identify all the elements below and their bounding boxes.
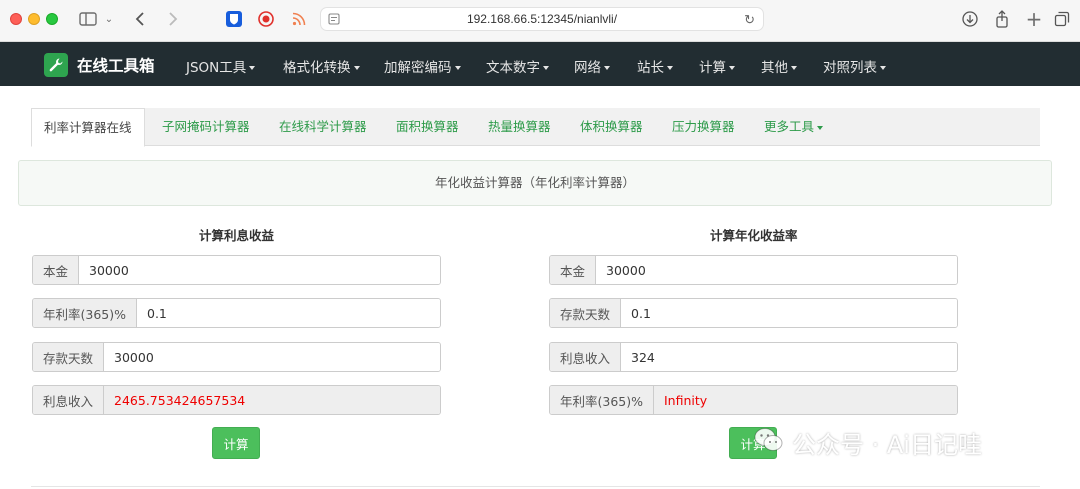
nav-encrypt-encode[interactable]: 加解密编码	[384, 56, 461, 76]
interest-income-result: 利息收入	[32, 385, 441, 415]
minimize-window-button[interactable]	[28, 13, 40, 25]
left-section-title: 计算利息收益	[199, 228, 275, 243]
forward-icon[interactable]	[163, 8, 183, 30]
url-text: 192.168.66.5:12345/nianlvli/	[466, 12, 618, 26]
interest-income-field-2: 利息收入	[549, 342, 958, 372]
right-section-title: 计算年化收益率	[710, 228, 798, 243]
reload-icon[interactable]: ↻	[744, 12, 755, 28]
record-extension-icon[interactable]	[256, 8, 276, 30]
tab-volume-converter[interactable]: 体积换算器	[580, 108, 643, 146]
tab-subnet-calculator[interactable]: 子网掩码计算器	[162, 108, 250, 146]
chevron-down-icon[interactable]: ⌄	[103, 8, 115, 30]
principal-field: 本金	[32, 255, 441, 285]
brand[interactable]: 在线工具箱	[44, 53, 155, 77]
share-icon[interactable]	[992, 8, 1012, 30]
deposit-days-label: 存款天数	[33, 343, 105, 371]
principal-field-2: 本金	[549, 255, 958, 285]
watermark: 公众号 · Ai日记哇	[754, 425, 982, 460]
annual-rate-output[interactable]	[654, 386, 957, 414]
annual-rate-label: 年利率(365)%	[33, 299, 137, 327]
deposit-days-field: 存款天数	[32, 342, 441, 372]
annual-rate-label-2: 年利率(365)%	[550, 386, 654, 414]
watermark-text: 公众号 · Ai日记哇	[792, 431, 982, 459]
tab-more-tools[interactable]: 更多工具	[764, 108, 823, 146]
rss-icon[interactable]	[289, 8, 309, 30]
deposit-days-label-2: 存款天数	[550, 299, 622, 327]
nav-format-convert[interactable]: 格式化转换	[283, 56, 360, 76]
tab-interest-calculator[interactable]: 利率计算器在线	[31, 108, 145, 147]
principal-label-2: 本金	[550, 256, 597, 284]
brand-name: 在线工具箱	[77, 57, 155, 75]
wechat-icon	[754, 427, 784, 459]
tab-scientific-calculator[interactable]: 在线科学计算器	[279, 108, 367, 146]
principal-input[interactable]	[79, 256, 440, 284]
tab-heat-converter[interactable]: 热量换算器	[488, 108, 551, 146]
download-icon[interactable]	[960, 8, 980, 30]
deposit-days-input[interactable]	[104, 343, 440, 371]
close-window-button[interactable]	[10, 13, 22, 25]
nav-calculate[interactable]: 计算	[699, 56, 735, 76]
zoom-window-button[interactable]	[46, 13, 58, 25]
new-tab-icon[interactable]: +	[1024, 7, 1044, 31]
calculate-interest-button[interactable]: 计算	[212, 427, 260, 459]
sidebar-toggle-icon[interactable]	[78, 8, 98, 30]
annual-rate-field: 年利率(365)%	[32, 298, 441, 328]
nav-other[interactable]: 其他	[761, 56, 797, 76]
wrench-icon	[44, 53, 68, 77]
page-title: 年化收益计算器（年化利率计算器）	[18, 160, 1052, 206]
tab-pressure-converter[interactable]: 压力换算器	[672, 108, 735, 146]
deposit-days-input-2[interactable]	[621, 299, 957, 327]
address-bar[interactable]: 192.168.66.5:12345/nianlvli/ ↻	[320, 7, 764, 31]
back-icon[interactable]	[130, 8, 150, 30]
principal-label: 本金	[33, 256, 80, 284]
annual-rate-result: 年利率(365)%	[549, 385, 958, 415]
nav-webmaster[interactable]: 站长	[637, 56, 673, 76]
tab-area-converter[interactable]: 面积换算器	[396, 108, 459, 146]
nav-json-tools[interactable]: JSON工具	[186, 56, 255, 76]
principal-input-2[interactable]	[596, 256, 957, 284]
interest-income-label-2: 利息收入	[550, 343, 622, 371]
annual-rate-input[interactable]	[137, 299, 440, 327]
nav-network[interactable]: 网络	[574, 56, 610, 76]
bitwarden-extension-icon[interactable]	[224, 8, 244, 30]
divider	[31, 486, 1040, 487]
page-settings-icon[interactable]	[328, 13, 340, 28]
deposit-days-field-2: 存款天数	[549, 298, 958, 328]
interest-income-output[interactable]	[104, 386, 440, 414]
site-navbar: 在线工具箱 JSON工具 格式化转换 加解密编码 文本数字 网络 站长 计算 其…	[0, 42, 1080, 86]
nav-comparison-lists[interactable]: 对照列表	[823, 56, 886, 76]
tool-tabs: 利率计算器在线 子网掩码计算器 在线科学计算器 面积换算器 热量换算器 体积换算…	[31, 108, 1040, 147]
browser-toolbar: ⌄ 192.168.66.5:12345/nianlvli/ ↻ +	[0, 0, 1080, 42]
tab-overview-icon[interactable]	[1052, 8, 1072, 30]
nav-text-number[interactable]: 文本数字	[486, 56, 549, 76]
interest-income-label: 利息收入	[33, 386, 105, 414]
interest-income-input-2[interactable]	[621, 343, 957, 371]
